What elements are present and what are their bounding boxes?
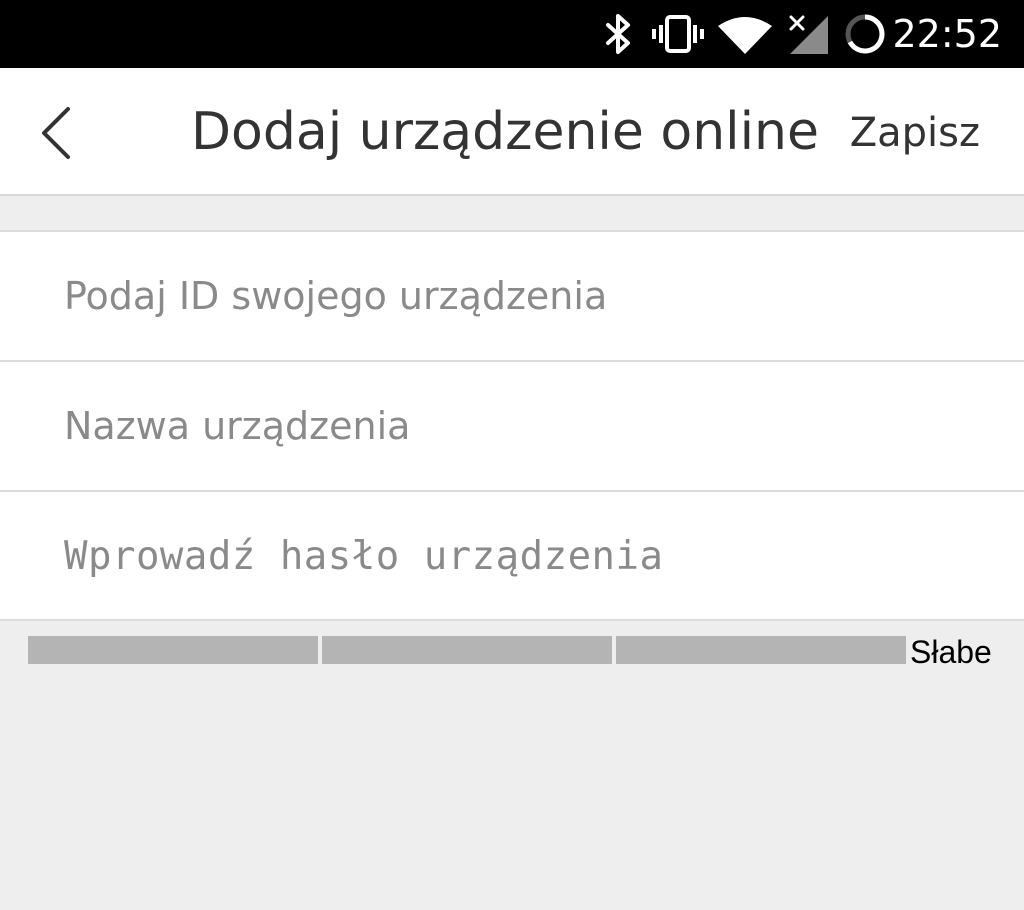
device-id-input[interactable] [64,260,964,332]
page-title: Dodaj urządzenie online [190,102,820,162]
status-time: 22:52 [892,12,1002,56]
battery-charging-ring-icon [845,14,885,54]
chevron-left-icon [42,107,70,159]
strength-segment [616,636,906,664]
status-bar: 22:52 [0,0,1024,68]
wifi-icon [718,17,772,54]
device-name-row [0,362,1024,490]
strength-segment [28,636,318,664]
device-form [0,230,1024,621]
save-button[interactable]: Zapisz [850,108,980,158]
cellular-no-signal-icon [789,15,828,54]
device-id-row [0,232,1024,360]
app-bar: Dodaj urządzenie online Zapisz [0,68,1024,196]
device-password-row [0,492,1024,620]
password-strength-label: Słabe [910,634,992,670]
bluetooth-icon [606,14,630,54]
back-button[interactable] [28,101,88,161]
vibrate-icon [652,15,704,53]
device-password-input[interactable] [64,520,964,592]
device-name-input[interactable] [64,390,964,462]
strength-segment [322,636,612,664]
